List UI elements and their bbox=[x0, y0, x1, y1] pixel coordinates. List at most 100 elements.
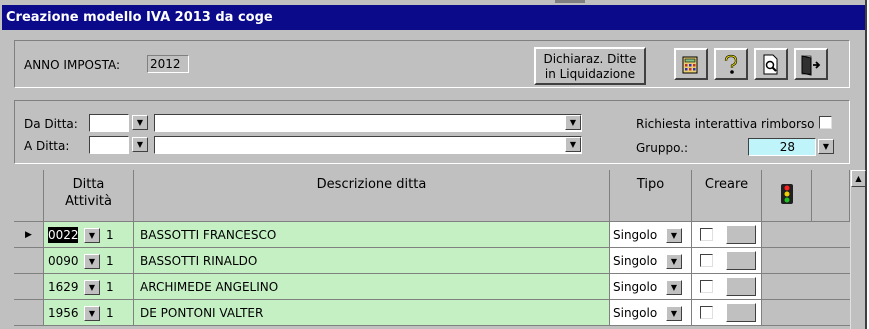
creare-checkbox[interactable] bbox=[700, 254, 713, 267]
ditta-code[interactable]: 1956 bbox=[48, 305, 79, 321]
gruppo-dropdown[interactable]: ▼ bbox=[818, 139, 834, 154]
gruppo-label: Gruppo.: bbox=[636, 141, 689, 155]
a-ditta-desc-field[interactable] bbox=[154, 136, 582, 154]
da-ditta-desc-dropdown[interactable]: ▼ bbox=[565, 115, 581, 130]
ditta-code[interactable]: 0022 bbox=[48, 227, 79, 243]
creare-cell bbox=[692, 222, 762, 248]
creare-cell bbox=[692, 274, 762, 300]
creare-column-header[interactable]: Creare bbox=[692, 170, 762, 222]
ditta-header-line2: Attività bbox=[65, 194, 112, 209]
creare-cell bbox=[692, 248, 762, 274]
descrizione-cell[interactable]: BASSOTTI FRANCESCO bbox=[134, 222, 610, 248]
creare-cell bbox=[692, 300, 762, 326]
calculator-icon bbox=[682, 56, 698, 74]
ditta-cell[interactable]: 1629 ▼ 1 bbox=[44, 274, 134, 300]
ditte-grid: Ditta Attività Descrizione ditta Tipo Cr… bbox=[14, 170, 850, 329]
da-ditta-label: Da Ditta: bbox=[24, 117, 78, 131]
semaforo-column-header bbox=[762, 170, 812, 222]
main-window: Creazione modello IVA 2013 da coge ANNO … bbox=[0, 0, 867, 329]
tipo-column-header[interactable]: Tipo bbox=[610, 170, 692, 222]
ditta-header-line1: Ditta bbox=[72, 177, 105, 192]
tipo-dropdown[interactable]: ▼ bbox=[666, 254, 682, 269]
tipo-value: Singolo bbox=[613, 228, 658, 242]
a-ditta-code-dropdown[interactable]: ▼ bbox=[132, 137, 148, 152]
help-button[interactable] bbox=[714, 48, 748, 80]
help-icon bbox=[724, 54, 738, 74]
tipo-dropdown[interactable]: ▼ bbox=[666, 228, 682, 243]
current-row-indicator-icon: ▶ bbox=[25, 230, 32, 240]
ditta-column-header[interactable]: Ditta Attività bbox=[44, 170, 134, 222]
window-top-strip bbox=[555, 0, 585, 3]
grid-extra-header bbox=[812, 170, 850, 222]
ditta-code-dropdown[interactable]: ▼ bbox=[84, 280, 100, 295]
calculator-button[interactable] bbox=[674, 48, 708, 80]
semaforo-cell bbox=[762, 274, 850, 300]
gruppo-field[interactable]: 28 bbox=[748, 138, 816, 156]
row-selector[interactable]: ▶ bbox=[14, 222, 44, 248]
a-ditta-desc-dropdown[interactable]: ▼ bbox=[565, 137, 581, 152]
anno-imposta-field[interactable]: 2012 bbox=[147, 55, 189, 73]
row-selector[interactable] bbox=[14, 248, 44, 274]
ditta-cell[interactable]: 0090 ▼ 1 bbox=[44, 248, 134, 274]
grid-vertical-scrollbar[interactable]: ▲ bbox=[850, 170, 866, 329]
da-ditta-desc-field[interactable] bbox=[154, 114, 582, 132]
descrizione-cell[interactable]: DE PONTONI VALTER bbox=[134, 300, 610, 326]
table-row[interactable]: 1956 ▼ 1 DE PONTONI VALTER Singolo ▼ bbox=[14, 300, 850, 326]
descrizione-column-header[interactable]: Descrizione ditta bbox=[134, 170, 610, 222]
dichiaraz-ditte-button[interactable]: Dichiaraz. Ditte in Liquidazione bbox=[534, 47, 646, 85]
ditta-code-dropdown[interactable]: ▼ bbox=[84, 228, 100, 243]
a-ditta-label: A Ditta: bbox=[24, 139, 70, 153]
grid-corner-header bbox=[14, 170, 44, 222]
tipo-cell[interactable]: Singolo ▼ bbox=[610, 248, 692, 274]
ditta-code[interactable]: 0090 bbox=[48, 253, 79, 269]
tipo-value: Singolo bbox=[613, 254, 658, 268]
tipo-cell[interactable]: Singolo ▼ bbox=[610, 300, 692, 326]
da-ditta-code-dropdown[interactable]: ▼ bbox=[132, 115, 148, 130]
tipo-value: Singolo bbox=[613, 306, 658, 320]
tipo-dropdown[interactable]: ▼ bbox=[666, 280, 682, 295]
scroll-up-button[interactable]: ▲ bbox=[851, 170, 866, 187]
row-divider bbox=[14, 325, 850, 326]
ditta-code-dropdown[interactable]: ▼ bbox=[84, 254, 100, 269]
tipo-cell[interactable]: Singolo ▼ bbox=[610, 222, 692, 248]
attivita-value: 1 bbox=[106, 254, 114, 268]
row-selector[interactable] bbox=[14, 300, 44, 326]
rimborso-checkbox[interactable] bbox=[819, 116, 832, 129]
da-ditta-code-field[interactable] bbox=[89, 114, 129, 132]
creare-checkbox[interactable] bbox=[700, 280, 713, 293]
row-selector[interactable] bbox=[14, 274, 44, 300]
descrizione-cell[interactable]: BASSOTTI RINALDO bbox=[134, 248, 610, 274]
creare-checkbox[interactable] bbox=[700, 228, 713, 241]
tipo-cell[interactable]: Singolo ▼ bbox=[610, 274, 692, 300]
attivita-value: 1 bbox=[106, 306, 114, 320]
attivita-value: 1 bbox=[106, 280, 114, 294]
descrizione-cell[interactable]: ARCHIMEDE ANGELINO bbox=[134, 274, 610, 300]
table-row[interactable]: ▶ 0022 ▼ 1 BASSOTTI FRANCESCO Singolo ▼ bbox=[14, 222, 850, 248]
dichiaraz-line1: Dichiaraz. Ditte bbox=[543, 52, 637, 66]
creare-checkbox[interactable] bbox=[700, 306, 713, 319]
rimborso-label: Richiesta interattiva rimborso bbox=[636, 117, 815, 131]
exit-button[interactable] bbox=[794, 48, 828, 80]
dichiaraz-line2: in Liquidazione bbox=[544, 67, 636, 81]
ditta-code[interactable]: 1629 bbox=[48, 279, 79, 295]
row-action-button[interactable] bbox=[726, 277, 756, 296]
row-action-button[interactable] bbox=[726, 303, 756, 322]
ditta-cell[interactable]: 1956 ▼ 1 bbox=[44, 300, 134, 326]
tipo-dropdown[interactable]: ▼ bbox=[666, 306, 682, 321]
semaforo-cell bbox=[762, 300, 850, 326]
filter-panel bbox=[14, 100, 850, 164]
exit-door-icon bbox=[801, 55, 821, 76]
semaforo-cell bbox=[762, 222, 850, 248]
anno-imposta-label: ANNO IMPOSTA: bbox=[24, 58, 121, 72]
ditta-cell[interactable]: 0022 ▼ 1 bbox=[44, 222, 134, 248]
print-preview-icon bbox=[763, 54, 778, 75]
ditta-code-dropdown[interactable]: ▼ bbox=[84, 306, 100, 321]
a-ditta-code-field[interactable] bbox=[89, 136, 129, 154]
window-title: Creazione modello IVA 2013 da coge bbox=[2, 5, 865, 30]
table-row[interactable]: 1629 ▼ 1 ARCHIMEDE ANGELINO Singolo ▼ bbox=[14, 274, 850, 300]
semaforo-cell bbox=[762, 248, 850, 274]
row-action-button[interactable] bbox=[726, 251, 756, 270]
print-preview-button[interactable] bbox=[754, 48, 788, 80]
table-row[interactable]: 0090 ▼ 1 BASSOTTI RINALDO Singolo ▼ bbox=[14, 248, 850, 274]
row-action-button[interactable] bbox=[726, 225, 756, 244]
